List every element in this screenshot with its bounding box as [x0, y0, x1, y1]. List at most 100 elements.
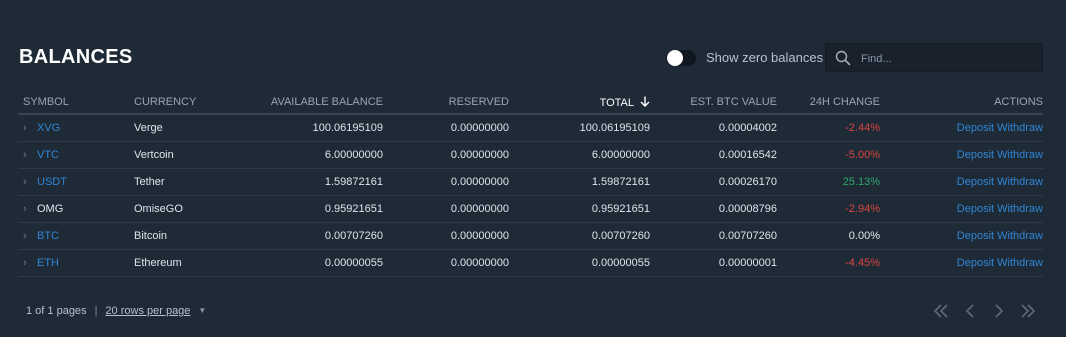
reserved-balance: 0.00000000 [383, 249, 509, 277]
withdraw-link[interactable]: Withdraw [997, 203, 1043, 215]
table-row[interactable]: › VTC Vertcoin 6.00000000 0.00000000 6.00… [18, 141, 1043, 169]
est-btc-value: 0.00707260 [650, 222, 777, 250]
change-24h: -5.00% [777, 141, 880, 169]
arrow-down-icon [640, 96, 650, 107]
available-balance: 1.59872161 [217, 168, 383, 196]
deposit-link[interactable]: Deposit [957, 257, 994, 269]
available-balance: 0.00000055 [217, 249, 383, 277]
chevron-left-icon[interactable] [961, 303, 979, 319]
change-24h: -2.44% [777, 114, 880, 142]
total-balance: 0.00000055 [509, 249, 650, 277]
total-balance: 100.06195109 [509, 114, 650, 142]
change-24h: 0.00% [777, 222, 880, 250]
currency-name: OmiseGO [117, 195, 217, 223]
deposit-link[interactable]: Deposit [957, 176, 994, 188]
header-available-balance[interactable]: AVAILABLE BALANCE [217, 91, 383, 115]
page-count: 1 of 1 pages [26, 305, 87, 317]
available-balance: 0.00707260 [217, 222, 383, 250]
withdraw-link[interactable]: Withdraw [997, 149, 1043, 161]
table-row[interactable]: › ETH Ethereum 0.00000055 0.00000000 0.00… [18, 249, 1043, 277]
reserved-balance: 0.00000000 [383, 168, 509, 196]
toggle-knob [667, 50, 683, 66]
deposit-link[interactable]: Deposit [957, 122, 994, 134]
table-row[interactable]: › USDT Tether 1.59872161 0.00000000 1.598… [18, 168, 1043, 196]
currency-name: Tether [117, 168, 217, 196]
header-change-label: 24H CHANGE [809, 96, 880, 108]
table-row[interactable]: › XVG Verge 100.06195109 0.00000000 100.0… [18, 114, 1043, 142]
available-balance: 100.06195109 [217, 114, 383, 142]
header-total[interactable]: TOTAL [509, 91, 650, 115]
chevron-right-icon[interactable]: › [23, 257, 37, 269]
header-currency-label: CURRENCY [134, 96, 197, 108]
est-btc-value: 0.00000001 [650, 249, 777, 277]
table-row[interactable]: › OMG OmiseGO 0.95921651 0.00000000 0.959… [18, 195, 1043, 223]
table-row[interactable]: › BTC Bitcoin 0.00707260 0.00000000 0.007… [18, 222, 1043, 250]
currency-name: Verge [117, 114, 217, 142]
total-balance: 6.00000000 [509, 141, 650, 169]
chevron-right-icon[interactable]: › [23, 149, 37, 161]
chevron-right-icon[interactable]: › [23, 122, 37, 134]
symbol-label: OMG [37, 203, 64, 215]
deposit-link[interactable]: Deposit [957, 230, 994, 242]
withdraw-link[interactable]: Withdraw [997, 257, 1043, 269]
header-symbol[interactable]: SYMBOL [18, 91, 117, 115]
header-actions-label: ACTIONS [994, 96, 1043, 108]
header-24h-change[interactable]: 24H CHANGE [777, 91, 880, 115]
withdraw-link[interactable]: Withdraw [997, 176, 1043, 188]
currency-name: Bitcoin [117, 222, 217, 250]
available-balance: 0.95921651 [217, 195, 383, 223]
est-btc-value: 0.00004002 [650, 114, 777, 142]
est-btc-value: 0.00016542 [650, 141, 777, 169]
symbol-link[interactable]: XVG [37, 122, 60, 134]
chevron-right-icon[interactable] [990, 303, 1008, 319]
available-balance: 6.00000000 [217, 141, 383, 169]
total-balance: 0.00707260 [509, 222, 650, 250]
double-chevron-right-icon[interactable] [1019, 303, 1037, 319]
header-currency[interactable]: CURRENCY [117, 91, 217, 115]
header-total-label: TOTAL [599, 96, 634, 109]
pagination-info: 1 of 1 pages | 20 rows per page ▼ [26, 305, 206, 317]
page-title: BALANCES [19, 46, 133, 68]
header-actions: ACTIONS [880, 91, 1043, 115]
reserved-balance: 0.00000000 [383, 222, 509, 250]
header-symbol-label: SYMBOL [23, 96, 69, 108]
change-24h: -2.94% [777, 195, 880, 223]
table-header-row: SYMBOL CURRENCY AVAILABLE BALANCE RESERV… [18, 91, 1043, 115]
show-zero-balances-toggle[interactable] [666, 50, 696, 66]
reserved-balance: 0.00000000 [383, 141, 509, 169]
search-icon [835, 50, 851, 66]
change-24h: -4.45% [777, 249, 880, 277]
reserved-balance: 0.00000000 [383, 114, 509, 142]
deposit-link[interactable]: Deposit [957, 203, 994, 215]
chevron-right-icon[interactable]: › [23, 176, 37, 188]
currency-name: Ethereum [117, 249, 217, 277]
chevron-right-icon[interactable]: › [23, 203, 37, 215]
withdraw-link[interactable]: Withdraw [997, 230, 1043, 242]
deposit-link[interactable]: Deposit [957, 149, 994, 161]
currency-name: Vertcoin [117, 141, 217, 169]
symbol-link[interactable]: BTC [37, 230, 59, 242]
chevron-right-icon[interactable]: › [23, 230, 37, 242]
symbol-link[interactable]: VTC [37, 149, 59, 161]
caret-down-icon[interactable]: ▼ [198, 306, 206, 315]
search-box [825, 43, 1043, 72]
est-btc-value: 0.00008796 [650, 195, 777, 223]
total-balance: 1.59872161 [509, 168, 650, 196]
symbol-link[interactable]: ETH [37, 257, 59, 269]
header-est-btc-value[interactable]: EST. BTC VALUE [650, 91, 777, 115]
double-chevron-left-icon[interactable] [932, 303, 950, 319]
balances-page: BALANCES Show zero balances SYMBOL CURRE… [0, 0, 1066, 337]
header-available-label: AVAILABLE BALANCE [270, 96, 383, 108]
balances-table: SYMBOL CURRENCY AVAILABLE BALANCE RESERV… [18, 91, 1043, 277]
show-zero-balances-label: Show zero balances [706, 50, 824, 65]
search-input[interactable] [859, 48, 1038, 69]
pagination-separator: | [94, 305, 98, 317]
header-btc-label: EST. BTC VALUE [690, 96, 777, 108]
withdraw-link[interactable]: Withdraw [997, 122, 1043, 134]
header-reserved[interactable]: RESERVED [383, 91, 509, 115]
symbol-link[interactable]: USDT [37, 176, 67, 188]
change-24h: 25.13% [777, 168, 880, 196]
rows-per-page-select[interactable]: 20 rows per page [105, 305, 190, 317]
header-reserved-label: RESERVED [448, 96, 509, 108]
est-btc-value: 0.00026170 [650, 168, 777, 196]
